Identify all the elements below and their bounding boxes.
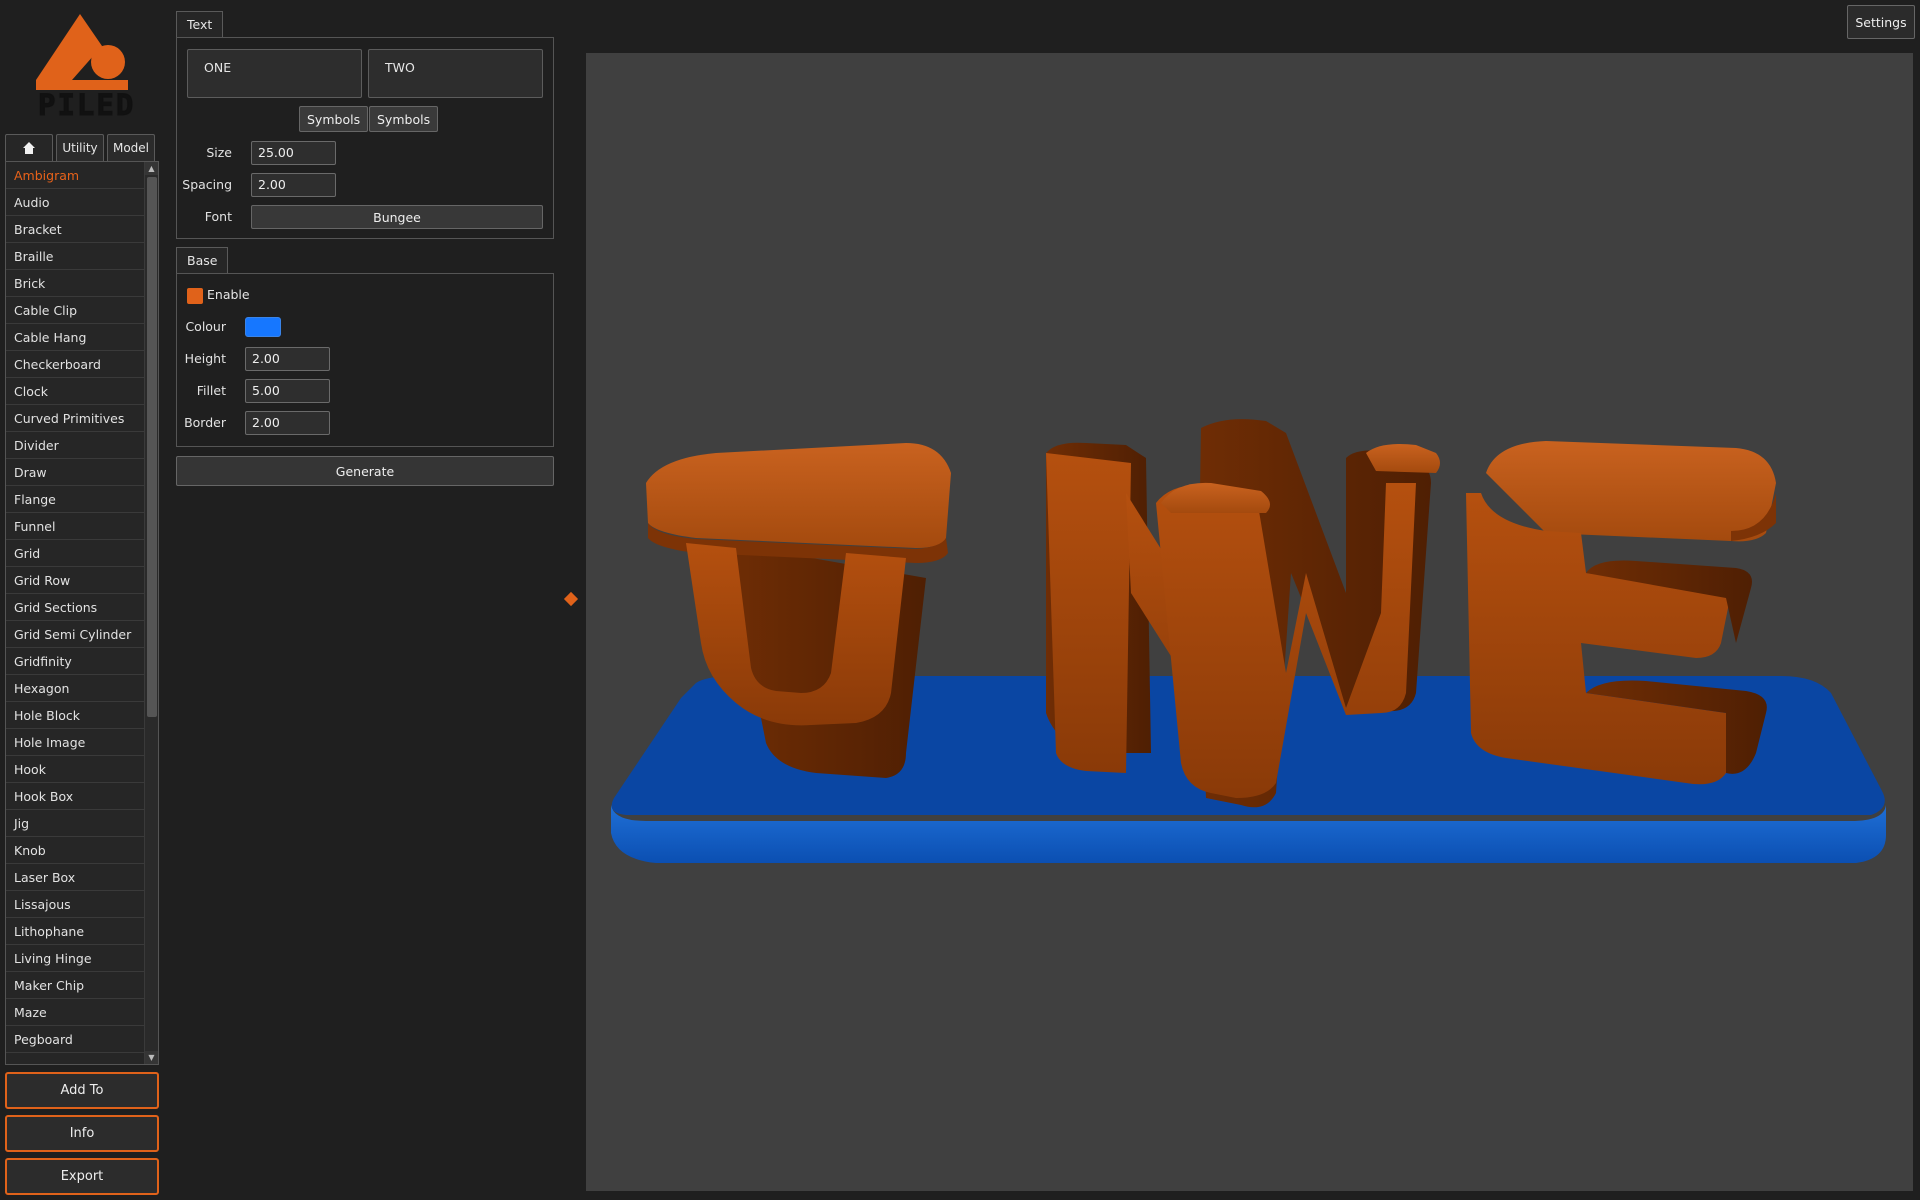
symbols-two-button[interactable]: Symbols [369, 106, 439, 132]
border-label: Border [184, 415, 226, 430]
list-item[interactable]: Lithophane [6, 918, 144, 945]
list-item[interactable]: Hexagon [6, 675, 144, 702]
home-icon [23, 142, 35, 154]
list-item[interactable]: Laser Box [6, 864, 144, 891]
height-label: Height [184, 351, 226, 366]
text-two-input[interactable]: TWO [368, 49, 543, 98]
list-item[interactable]: Braille [6, 243, 144, 270]
scroll-thumb[interactable] [147, 177, 157, 717]
base-group: Enable Colour Height 2.00 Fillet 5.00 Bo… [176, 273, 554, 447]
list-item[interactable]: Maze [6, 999, 144, 1026]
add-to-button[interactable]: Add To [5, 1072, 159, 1109]
enable-checkbox[interactable] [187, 288, 203, 304]
generate-button[interactable]: Generate [176, 456, 554, 486]
font-label: Font [204, 209, 232, 224]
info-button[interactable]: Info [5, 1115, 159, 1152]
list-item[interactable]: Jig [6, 810, 144, 837]
list-item[interactable]: Pegboard [6, 1026, 144, 1053]
settings-button[interactable]: Settings [1847, 5, 1915, 39]
tab-home[interactable] [5, 134, 53, 161]
size-field[interactable]: 25.00 [251, 141, 336, 165]
list-item[interactable]: Hook Box [6, 783, 144, 810]
letter-e-block [1466, 441, 1776, 785]
logo-mark [36, 14, 128, 90]
model-list[interactable]: Ambigram Audio Bracket Braille Brick Cable Cl… [5, 161, 159, 1065]
list-item[interactable]: Hook [6, 756, 144, 783]
export-button[interactable]: Export [5, 1158, 159, 1195]
fillet-label: Fillet [196, 383, 226, 398]
list-item[interactable]: Brick [6, 270, 144, 297]
list-item[interactable]: Hole Block [6, 702, 144, 729]
3d-viewport[interactable] [586, 53, 1913, 1191]
height-field[interactable]: 2.00 [245, 347, 330, 371]
model-list-items: Ambigram Audio Bracket Braille Brick Cable Cl… [6, 162, 144, 1053]
scroll-down-arrow-icon[interactable]: ▼ [145, 1051, 158, 1064]
tab-model[interactable]: Model [107, 134, 155, 161]
spacing-field[interactable]: 2.00 [251, 173, 336, 197]
3d-model-render [611, 419, 1886, 863]
list-item[interactable]: Flange [6, 486, 144, 513]
app-logo: PILED [34, 14, 134, 123]
list-item[interactable]: Draw [6, 459, 144, 486]
text-one-input[interactable]: ONE [187, 49, 362, 98]
text-group: ONE TWO Symbols Symbols Size 25.00 Spaci… [176, 37, 554, 239]
logo-text: PILED [37, 88, 136, 123]
font-selector-button[interactable]: Bungee [251, 205, 543, 229]
list-item[interactable]: Grid Semi Cylinder [6, 621, 144, 648]
list-item[interactable]: Checkerboard [6, 351, 144, 378]
text-group-tab[interactable]: Text [176, 11, 224, 37]
list-item[interactable]: Funnel [6, 513, 144, 540]
list-item[interactable]: Curved Primitives [6, 405, 144, 432]
list-item[interactable]: Ambigram [6, 162, 144, 189]
list-item[interactable]: Clock [6, 378, 144, 405]
list-item[interactable]: Hole Image [6, 729, 144, 756]
tab-utility[interactable]: Utility [56, 134, 104, 161]
list-item[interactable]: Living Hinge [6, 945, 144, 972]
symbols-one-button[interactable]: Symbols [299, 106, 369, 132]
scroll-up-arrow-icon[interactable]: ▲ [145, 162, 158, 175]
fillet-field[interactable]: 5.00 [245, 379, 330, 403]
spacing-label: Spacing [182, 177, 232, 192]
list-item[interactable]: Grid Sections [6, 594, 144, 621]
list-item[interactable]: Grid Row [6, 567, 144, 594]
list-item[interactable]: Grid [6, 540, 144, 567]
border-field[interactable]: 2.00 [245, 411, 330, 435]
list-item[interactable]: Cable Hang [6, 324, 144, 351]
list-item[interactable]: Divider [6, 432, 144, 459]
list-item[interactable]: Lissajous [6, 891, 144, 918]
list-item[interactable]: Cable Clip [6, 297, 144, 324]
splitter-handle[interactable] [563, 591, 579, 607]
list-item[interactable]: Audio [6, 189, 144, 216]
enable-label: Enable [207, 287, 250, 302]
list-scrollbar[interactable]: ▲ ▼ [144, 162, 158, 1064]
list-item[interactable]: Knob [6, 837, 144, 864]
colour-swatch[interactable] [245, 317, 281, 337]
list-item[interactable]: Gridfinity [6, 648, 144, 675]
base-group-tab[interactable]: Base [176, 247, 229, 273]
list-item[interactable]: Bracket [6, 216, 144, 243]
left-tab-bar: Utility Model [5, 134, 155, 161]
size-label: Size [206, 145, 232, 160]
colour-label: Colour [185, 319, 226, 334]
list-item[interactable]: Maker Chip [6, 972, 144, 999]
